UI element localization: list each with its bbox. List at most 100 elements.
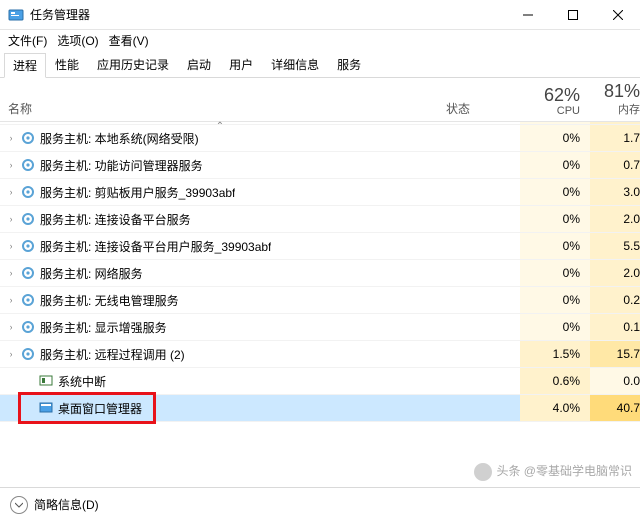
menu-file[interactable]: 文件(F) [6, 31, 49, 50]
process-name: 服务主机: 连接设备平台用户服务_39903abf [40, 238, 271, 255]
task-manager-window: 任务管理器 文件(F) 选项(O) 查看(V) 进程性能应用历史记录启动用户详细… [0, 0, 640, 521]
process-cpu: 0% [520, 287, 590, 313]
process-cpu: 0% [520, 233, 590, 259]
process-cpu: 0% [520, 206, 590, 232]
tab-1[interactable]: 性能 [46, 52, 88, 77]
process-cpu: 0.6% [520, 368, 590, 394]
process-cpu: 0% [520, 314, 590, 340]
footer-label[interactable]: 简略信息(D) [34, 496, 99, 513]
process-cpu: 0% [520, 179, 590, 205]
gear-icon [20, 319, 36, 335]
process-name: 服务主机: 功能访问管理器服务 [40, 157, 203, 174]
process-memory: 0.5 [590, 122, 640, 124]
expand-details-icon[interactable] [10, 496, 28, 514]
chevron-right-icon[interactable]: › [8, 214, 15, 224]
process-row[interactable]: ›服务主机: 网络服务0%2.0 [0, 260, 640, 287]
menu-view[interactable]: 查看(V) [107, 31, 151, 50]
cpu-label: CPU [557, 105, 580, 117]
process-row[interactable]: › 服务主机: 功能访问管理器服务 0%0.7 [0, 152, 640, 179]
menu-options[interactable]: 选项(O) [55, 31, 100, 50]
process-cpu: 0% [520, 152, 590, 178]
maximize-button[interactable] [550, 0, 595, 30]
process-cpu: 0% [520, 125, 590, 151]
process-memory: 0.0 [590, 368, 640, 394]
column-header-row: ⌃ 名称 状态 62% CPU 81% 内存 [0, 78, 640, 122]
gear-icon [20, 238, 36, 254]
process-name: 服务主机: 连接设备平台服务 [40, 211, 191, 228]
process-memory: 0.7 [590, 152, 640, 178]
gear-icon [20, 211, 36, 227]
process-name: 服务主机: 本地系统(网络受限) [40, 130, 199, 147]
gear-icon [20, 184, 36, 200]
menubar: 文件(F) 选项(O) 查看(V) [0, 30, 640, 50]
gear-icon [20, 130, 36, 146]
tab-3[interactable]: 启动 [178, 52, 220, 77]
tab-4[interactable]: 用户 [220, 52, 262, 77]
chevron-right-icon[interactable]: › [8, 268, 15, 278]
gear-icon [20, 157, 36, 173]
column-status-label: 状态 [446, 102, 470, 116]
process-cpu: 1.5% [520, 341, 590, 367]
chevron-right-icon[interactable]: › [8, 349, 15, 359]
minimize-button[interactable] [505, 0, 550, 30]
chevron-right-icon[interactable]: › [8, 160, 15, 170]
chevron-right-icon[interactable]: › [8, 295, 15, 305]
memory-label: 内存 [618, 101, 640, 117]
titlebar[interactable]: 任务管理器 [0, 0, 640, 30]
chevron-right-icon[interactable]: › [8, 322, 15, 332]
watermark-avatar [474, 463, 492, 481]
process-cpu: 0% [520, 122, 590, 124]
process-name: 桌面窗口管理器 [58, 400, 142, 417]
process-memory: 40.7 [590, 395, 640, 421]
process-row[interactable]: ›服务主机: 连接设备平台服务0%2.0 [0, 206, 640, 233]
column-name[interactable]: ⌃ 名称 [0, 117, 440, 121]
column-cpu[interactable]: 62% CPU [520, 86, 590, 121]
gear-icon [20, 292, 36, 308]
process-name: 系统中断 [58, 373, 106, 390]
memory-percent: 81% [604, 82, 640, 100]
process-row[interactable]: › 服务主机: 剪贴板用户服务_39903abf 0%3.0 [0, 179, 640, 206]
process-memory: 0.2 [590, 287, 640, 313]
gear-icon [20, 265, 36, 281]
column-memory[interactable]: 81% 内存 [590, 82, 640, 121]
watermark: 头条 @零基础学电脑常识 [474, 462, 632, 481]
process-row[interactable]: › 服务主机: 无线电管理服务 0%0.2 [0, 287, 640, 314]
process-cpu: 0% [520, 260, 590, 286]
tab-5[interactable]: 详细信息 [262, 52, 328, 77]
process-memory: 3.0 [590, 179, 640, 205]
process-memory: 15.7 [590, 341, 640, 367]
process-cpu: 4.0% [520, 395, 590, 421]
gear-icon [20, 122, 36, 124]
tab-0[interactable]: 进程 [4, 53, 46, 78]
process-row[interactable]: › 服务主机: 远程过程调用 (2) 1.5%15.7 [0, 341, 640, 368]
process-name: 服务主机: 网络服务 [40, 265, 143, 282]
watermark-text: 头条 @零基础学电脑常识 [496, 464, 632, 478]
tab-6[interactable]: 服务 [328, 52, 370, 77]
column-status[interactable]: 状态 [440, 100, 520, 121]
sys-icon [38, 373, 54, 389]
process-memory: 1.7 [590, 125, 640, 151]
process-name: 服务主机: 远程过程调用 (2) [40, 346, 185, 363]
cpu-percent: 62% [544, 86, 580, 104]
process-memory: 0.1 [590, 314, 640, 340]
process-list[interactable]: ›服务主机: 本地系统0%0.5›服务主机: 本地系统(网络受限)0%1.7›服… [0, 122, 640, 487]
chevron-right-icon[interactable]: › [8, 187, 15, 197]
process-name: 服务主机: 无线电管理服务 [40, 292, 179, 309]
process-row[interactable]: › 服务主机: 本地系统(网络受限) 0%1.7 [0, 125, 640, 152]
footer-bar: 简略信息(D) [0, 487, 640, 521]
process-name: 服务主机: 剪贴板用户服务_39903abf [40, 184, 235, 201]
app-icon [8, 7, 24, 23]
column-name-label: 名称 [8, 100, 32, 117]
chevron-right-icon[interactable]: › [8, 133, 15, 143]
process-row[interactable]: 系统中断 0.6%0.0 [0, 368, 640, 395]
process-row[interactable]: 桌面窗口管理器 4.0%40.7 [0, 395, 640, 422]
tab-2[interactable]: 应用历史记录 [88, 52, 178, 77]
process-row[interactable]: ›服务主机: 连接设备平台用户服务_39903abf0%5.5 [0, 233, 640, 260]
chevron-right-icon[interactable]: › [8, 241, 15, 251]
process-row[interactable]: › 服务主机: 显示增强服务 0%0.1 [0, 314, 640, 341]
process-name: 服务主机: 本地系统 [40, 122, 143, 124]
window-title: 任务管理器 [30, 6, 505, 23]
gear2-icon [20, 346, 36, 362]
close-button[interactable] [595, 0, 640, 30]
process-name: 服务主机: 显示增强服务 [40, 319, 167, 336]
